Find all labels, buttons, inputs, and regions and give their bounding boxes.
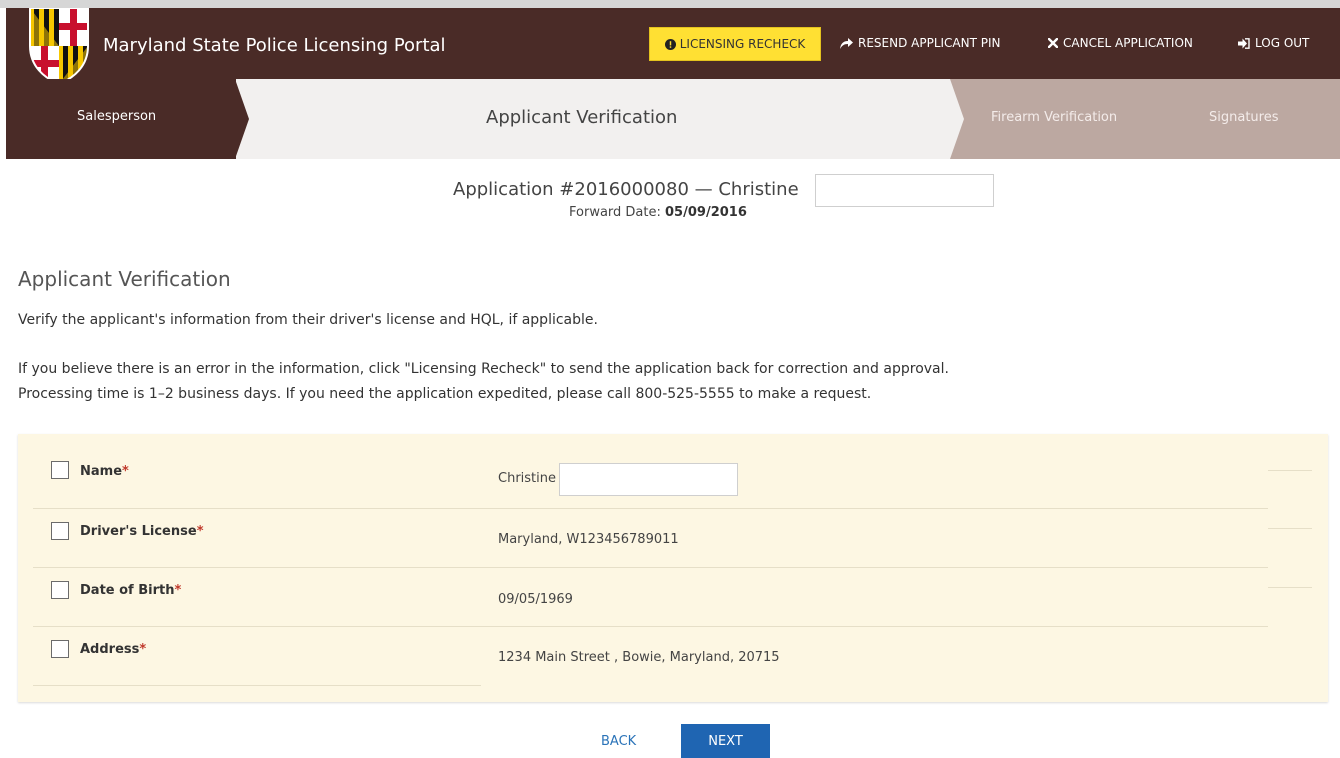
instructions-text: Verify the applicant's information from … [18, 312, 598, 328]
name-label: Name* [80, 464, 129, 479]
row-divider [1268, 587, 1312, 588]
step-signatures[interactable]: Signatures [1209, 110, 1279, 125]
step-arrow-icon [235, 79, 249, 159]
step-firearm-verification[interactable]: Firearm Verification [991, 110, 1117, 125]
application-title: Application #2016000080 — Christine [453, 179, 799, 200]
log-out-label: LOG OUT [1255, 36, 1310, 50]
date-of-birth-checkbox[interactable] [51, 581, 69, 599]
verification-panel: Name* Christine Driver's License* Maryla… [18, 434, 1328, 702]
cancel-application-link[interactable]: CANCEL APPLICATION [1048, 36, 1193, 50]
date-of-birth-label-text: Date of Birth [80, 583, 175, 598]
drivers-license-value: Maryland, W123456789011 [498, 532, 679, 547]
forward-date-value: 05/09/2016 [665, 205, 747, 220]
date-of-birth-value: 09/05/1969 [498, 592, 573, 607]
step-salesperson-label: Salesperson [77, 109, 157, 124]
back-button[interactable]: BACK [601, 734, 636, 749]
forward-date-label: Forward Date: [569, 205, 661, 220]
step-applicant-verification: Applicant Verification [486, 107, 678, 128]
resend-pin-label: RESEND APPLICANT PIN [858, 36, 1001, 50]
top-strip [0, 0, 1340, 8]
required-marker: * [174, 583, 182, 598]
name-checkbox[interactable] [51, 461, 69, 479]
licensing-recheck-button[interactable]: LICENSING RECHECK [649, 27, 821, 61]
resend-pin-link[interactable]: RESEND APPLICANT PIN [840, 36, 1001, 50]
progress-steps: Salesperson Applicant Verification Firea… [6, 79, 1340, 159]
name-value: Christine [498, 471, 556, 486]
drivers-license-label-text: Driver's License [80, 524, 197, 539]
sign-out-icon [1238, 37, 1250, 49]
name-label-text: Name [80, 464, 123, 479]
app-header: Maryland State Police Licensing Portal L… [6, 8, 1340, 84]
next-button[interactable]: NEXT [681, 724, 770, 758]
section-title: Applicant Verification [18, 267, 231, 291]
drivers-license-label: Driver's License* [80, 524, 204, 539]
cancel-application-label: CANCEL APPLICATION [1063, 36, 1193, 50]
address-value: 1234 Main Street , Bowie, Maryland, 2071… [498, 650, 780, 665]
name-last-field[interactable] [559, 463, 738, 496]
drivers-license-checkbox[interactable] [51, 522, 69, 540]
step-arrow-icon [950, 79, 964, 159]
licensing-recheck-label: LICENSING RECHECK [679, 37, 806, 51]
required-marker: * [196, 524, 204, 539]
row-divider [33, 508, 1268, 509]
row-divider [33, 567, 1268, 568]
applicant-last-name-field[interactable] [815, 174, 994, 207]
row-divider [33, 626, 1268, 627]
address-checkbox[interactable] [51, 640, 69, 658]
required-marker: * [122, 464, 129, 479]
row-divider [33, 685, 481, 686]
processing-note-text: Processing time is 1–2 business days. If… [18, 386, 872, 402]
row-divider [1268, 470, 1312, 471]
row-divider [1268, 528, 1312, 529]
maryland-seal-icon [29, 8, 89, 84]
date-of-birth-label: Date of Birth* [80, 583, 181, 598]
share-arrow-icon [840, 37, 853, 49]
required-marker: * [139, 642, 147, 657]
portal-title: Maryland State Police Licensing Portal [103, 35, 446, 56]
log-out-link[interactable]: LOG OUT [1238, 36, 1309, 50]
address-label: Address* [80, 642, 146, 657]
exclamation-circle-icon [664, 38, 676, 50]
forward-date: Forward Date: 05/09/2016 [569, 205, 747, 220]
address-label-text: Address [80, 642, 140, 657]
close-icon [1048, 38, 1058, 48]
error-note-text: If you believe there is an error in the … [18, 361, 949, 377]
